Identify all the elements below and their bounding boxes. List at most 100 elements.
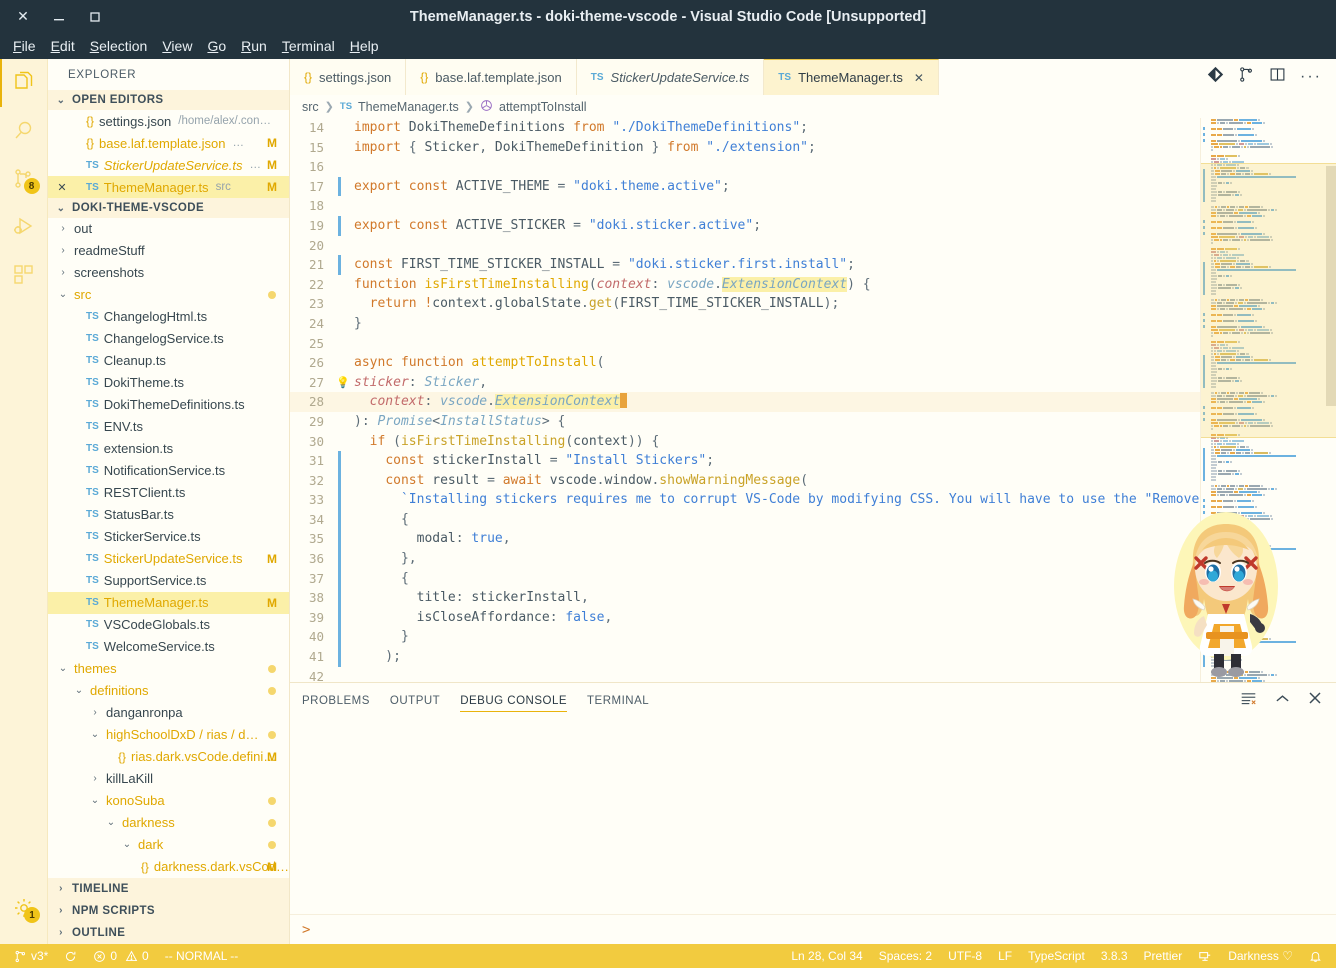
maximize-window-button[interactable]	[80, 4, 110, 30]
code-line[interactable]: 29): Promise<InstallStatus> {	[290, 412, 1336, 432]
code-line[interactable]: 35 modal: true,	[290, 529, 1336, 549]
minimap-viewport[interactable]	[1201, 163, 1336, 438]
menu-terminal[interactable]: Terminal	[276, 36, 341, 56]
code-line[interactable]: 32 const result = await vscode.window.sh…	[290, 471, 1336, 491]
clear-console-icon[interactable]	[1240, 691, 1257, 711]
tree-folder[interactable]: ›readmeStuff	[48, 240, 289, 262]
panel-tab-terminal[interactable]: TERMINAL	[587, 683, 649, 718]
more-actions-icon[interactable]: ···	[1300, 72, 1322, 82]
activity-manage[interactable]: 1	[0, 884, 48, 932]
lightbulb-icon[interactable]: 💡	[336, 376, 350, 389]
code-line[interactable]: 31 const stickerInstall = "Install Stick…	[290, 451, 1336, 471]
code-line[interactable]: 30 if (isFirstTimeInstalling(context)) {	[290, 432, 1336, 452]
status-language-mode[interactable]: TypeScript	[1020, 944, 1093, 968]
minimap[interactable]	[1200, 118, 1336, 682]
tree-folder[interactable]: ›screenshots	[48, 262, 289, 284]
tree-file[interactable]: TSNotificationService.ts	[48, 460, 289, 482]
open-editor-item[interactable]: TSStickerUpdateService.ts…M	[48, 154, 289, 176]
code-line[interactable]: 14import DokiThemeDefinitions from "./Do…	[290, 118, 1336, 138]
status-problems[interactable]: 0 0	[85, 944, 156, 968]
section-project[interactable]: ⌄ DOKI-THEME-VSCODE	[48, 198, 289, 218]
code-line[interactable]: 19export const ACTIVE_STICKER = "doki.st…	[290, 216, 1336, 236]
tree-file[interactable]: {}rias.dark.vsCode.defini…M	[48, 746, 289, 768]
status-cursor-position[interactable]: Ln 28, Col 34	[783, 944, 870, 968]
activity-source-control[interactable]: 8	[0, 155, 48, 203]
tree-folder[interactable]: ⌄src	[48, 284, 289, 306]
code-line[interactable]: 23 return !context.globalState.get(FIRST…	[290, 294, 1336, 314]
tree-folder[interactable]: ⌄definitions	[48, 680, 289, 702]
debug-console-body[interactable]: >	[290, 718, 1336, 944]
close-panel-icon[interactable]	[1308, 691, 1322, 710]
tree-file[interactable]: TSCleanup.ts	[48, 350, 289, 372]
tree-file[interactable]: TSDokiThemeDefinitions.ts	[48, 394, 289, 416]
status-notifications[interactable]	[1301, 944, 1330, 968]
tree-file[interactable]: TSRESTClient.ts	[48, 482, 289, 504]
menu-edit[interactable]: Edit	[45, 36, 81, 56]
panel-tab-debug-console[interactable]: DEBUG CONSOLE	[460, 683, 567, 718]
tree-folder[interactable]: ⌄dark	[48, 834, 289, 856]
tree-file[interactable]: TSENV.ts	[48, 416, 289, 438]
menu-selection[interactable]: Selection	[84, 36, 154, 56]
status-encoding[interactable]: UTF-8	[940, 944, 990, 968]
tree-file[interactable]: TSChangelogHtml.ts	[48, 306, 289, 328]
status-branch[interactable]: v3*	[6, 944, 56, 968]
panel-tab-output[interactable]: OUTPUT	[390, 683, 440, 718]
close-tab-icon[interactable]: ✕	[914, 71, 924, 85]
tree-folder[interactable]: ⌄themes	[48, 658, 289, 680]
code-line[interactable]: 15import { Sticker, DokiThemeDefinition …	[290, 138, 1336, 158]
code-line[interactable]: 24}	[290, 314, 1336, 334]
tree-file[interactable]: TSChangelogService.ts	[48, 328, 289, 350]
tree-file[interactable]: TSStickerService.ts	[48, 526, 289, 548]
editor-tab[interactable]: TSThemeManager.ts✕	[764, 59, 939, 95]
tree-folder[interactable]: ⌄highSchoolDxD / rias / d…	[48, 724, 289, 746]
activity-search[interactable]	[0, 107, 48, 155]
close-window-button[interactable]: ✕	[8, 4, 38, 30]
activity-explorer[interactable]	[0, 59, 48, 107]
tree-file[interactable]: TSThemeManager.tsM	[48, 592, 289, 614]
debug-console-input[interactable]: >	[290, 914, 1336, 944]
code-line[interactable]: 37 {	[290, 569, 1336, 589]
status-sync[interactable]	[56, 944, 85, 968]
tree-file[interactable]: TSStatusBar.ts	[48, 504, 289, 526]
tree-folder[interactable]: ›out	[48, 218, 289, 240]
open-editor-item[interactable]: {}settings.json/home/alex/.con…	[48, 110, 289, 132]
status-indentation[interactable]: Spaces: 2	[871, 944, 940, 968]
code-line[interactable]: 42	[290, 667, 1336, 682]
tree-file[interactable]: TSDokiTheme.ts	[48, 372, 289, 394]
breadcrumb-item-folder[interactable]: src	[302, 100, 319, 114]
code-line[interactable]: 22function isFirstTimeInstalling(context…	[290, 275, 1336, 295]
close-editor-icon[interactable]: ✕	[54, 181, 70, 194]
code-line[interactable]: 17export const ACTIVE_THEME = "doki.them…	[290, 177, 1336, 197]
code-line[interactable]: 33 `Installing stickers requires me to c…	[290, 490, 1336, 510]
tree-folder[interactable]: ›danganronpa	[48, 702, 289, 724]
split-editor-icon[interactable]	[1269, 66, 1286, 88]
code-line[interactable]: 41 );	[290, 647, 1336, 667]
open-changes-icon[interactable]	[1207, 66, 1224, 88]
tree-file[interactable]: TSextension.ts	[48, 438, 289, 460]
menu-help[interactable]: Help	[344, 36, 385, 56]
panel-tab-problems[interactable]: PROBLEMS	[302, 683, 370, 718]
tree-file[interactable]: TSWelcomeService.ts	[48, 636, 289, 658]
menu-go[interactable]: Go	[201, 36, 232, 56]
editor-tab[interactable]: TSStickerUpdateService.ts	[577, 59, 765, 95]
sidebar-section-npm-scripts[interactable]: ›NPM SCRIPTS	[48, 900, 289, 922]
menu-run[interactable]: Run	[235, 36, 273, 56]
tree-folder[interactable]: ⌄konoSuba	[48, 790, 289, 812]
status-typescript-version[interactable]: 3.8.3	[1093, 944, 1136, 968]
code-editor[interactable]: 14import DokiThemeDefinitions from "./Do…	[290, 118, 1336, 682]
code-line[interactable]: 18	[290, 196, 1336, 216]
source-control-icon[interactable]	[1238, 66, 1255, 88]
breadcrumb-item-symbol[interactable]: attemptToInstall	[499, 100, 587, 114]
code-line[interactable]: 16	[290, 157, 1336, 177]
maximize-panel-icon[interactable]	[1275, 692, 1290, 710]
status-remote-indicator[interactable]	[1190, 944, 1220, 968]
code-line[interactable]: 27💡sticker: Sticker,	[290, 373, 1336, 393]
sidebar-section-timeline[interactable]: ›TIMELINE	[48, 878, 289, 900]
code-line[interactable]: 40 }	[290, 627, 1336, 647]
menu-file[interactable]: FFileile	[7, 36, 42, 56]
status-formatter[interactable]: Prettier	[1136, 944, 1191, 968]
menu-view[interactable]: View	[156, 36, 198, 56]
open-editor-item[interactable]: {}base.laf.template.json…M	[48, 132, 289, 154]
activity-run-and-debug[interactable]	[0, 203, 48, 251]
editor-scrollbar[interactable]	[1326, 166, 1336, 406]
